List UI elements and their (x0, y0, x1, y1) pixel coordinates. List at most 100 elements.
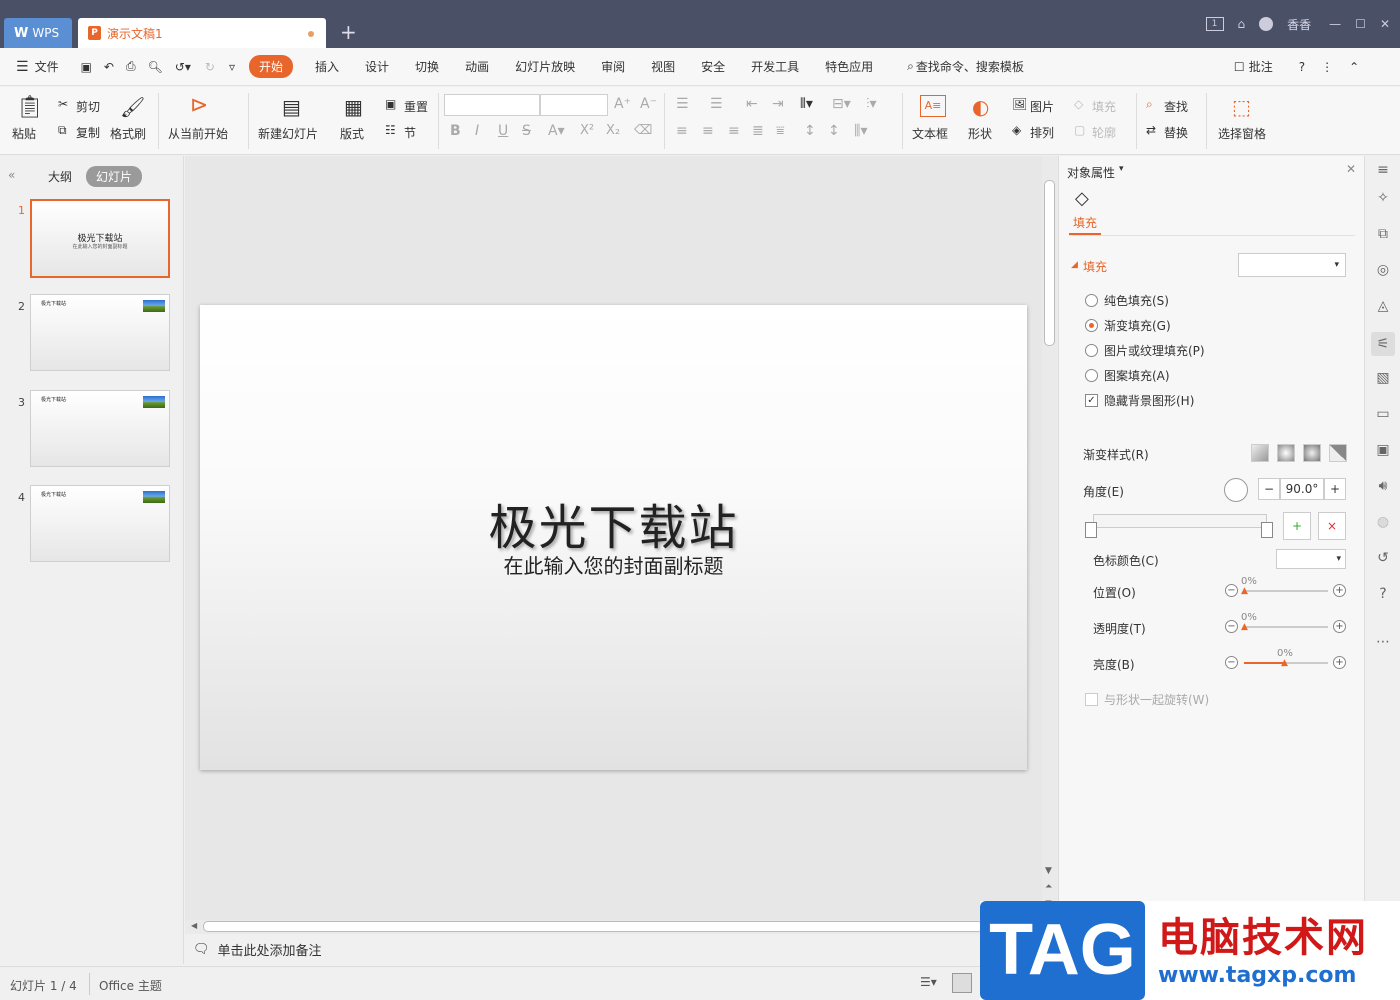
slide-thumbnail-2[interactable]: 极光下载站 (30, 294, 170, 371)
select-pane-button[interactable]: 选择窗格 (1218, 125, 1266, 142)
slides-tab[interactable]: 幻灯片 (86, 166, 143, 187)
increase-indent-icon[interactable]: ⇥ (772, 96, 784, 112)
arrange-button[interactable]: 排列 (1030, 124, 1054, 141)
document-tab[interactable]: P 演示文稿1 (78, 18, 326, 48)
panel-header-dropdown-icon[interactable]: ▾ (1119, 164, 1124, 174)
customize-icon[interactable]: ▿ (229, 60, 235, 74)
rotate-with-shape-option[interactable]: 与形状一起旋转(W) (1085, 691, 1209, 708)
paste-icon[interactable]: 📋︎ (16, 95, 44, 120)
outline-tab[interactable]: 大纲 (48, 168, 72, 185)
align-left-icon[interactable]: ≡ (676, 123, 688, 139)
layout-button[interactable]: 版式 (340, 125, 364, 142)
slide-thumbnail-1[interactable]: 极光下载站 在此输入您的封面副标题 (30, 199, 170, 278)
properties-icon[interactable]: ⚟ (1371, 332, 1395, 356)
current-slide[interactable]: 极光下载站 在此输入您的封面副标题 (200, 305, 1027, 770)
effects-icon[interactable]: ◎ (1375, 262, 1391, 278)
smartart-icon[interactable]: ⫶▾ (866, 96, 877, 112)
cut-button[interactable]: 剪切 (76, 98, 100, 115)
justify-icon[interactable]: ≣ (752, 123, 764, 139)
reset-button[interactable]: 重置 (404, 98, 428, 115)
text-direction-icon[interactable]: ⫴▾ (800, 96, 813, 112)
collapse-pane-icon[interactable]: « (8, 168, 15, 182)
decrease-indent-icon[interactable]: ⇤ (746, 96, 758, 112)
gradient-stop-right[interactable] (1261, 522, 1273, 538)
file-menu[interactable]: 文件 (35, 58, 59, 75)
help-icon[interactable]: ? (1299, 60, 1305, 74)
horizontal-scrollbar[interactable]: ◀ (185, 920, 1042, 934)
menu-view[interactable]: 视图 (651, 58, 675, 75)
print-icon[interactable]: ⎙ (126, 59, 136, 74)
linear-gradient-icon[interactable] (1251, 444, 1269, 462)
subscript-icon[interactable]: X₂ (606, 123, 620, 138)
theme-name[interactable]: Office 主题 (99, 977, 162, 994)
menu-slideshow[interactable]: 幻灯片放映 (515, 58, 575, 75)
radial-gradient-icon[interactable] (1277, 444, 1295, 462)
rect-gradient-icon[interactable] (1303, 444, 1321, 462)
sidebar-menu-icon[interactable]: ≡ (1375, 162, 1391, 178)
clear-format-icon[interactable]: ⌫ (634, 123, 652, 138)
text-fill-icon[interactable]: ◬ (1375, 298, 1391, 314)
menu-animation[interactable]: 动画 (465, 58, 489, 75)
transparency-plus-button[interactable]: + (1333, 620, 1346, 633)
new-tab-plus-icon[interactable]: + (340, 20, 357, 44)
paste-button[interactable]: 粘贴 (12, 125, 36, 142)
pattern-fill-radio[interactable] (1085, 369, 1098, 382)
transparency-slider-thumb[interactable]: ▲ (1241, 622, 1248, 632)
maximize-icon[interactable]: ☐ (1355, 17, 1366, 31)
skin-icon[interactable]: ⌂ (1238, 17, 1246, 31)
italic-icon[interactable]: I (475, 123, 479, 139)
position-slider[interactable] (1244, 590, 1328, 592)
scroll-left-icon[interactable]: ◀ (191, 921, 197, 930)
new-slide-button[interactable]: 新建幻灯片 (258, 125, 318, 142)
shape-button[interactable]: 形状 (968, 125, 992, 142)
collapse-ribbon-icon[interactable]: ⌃ (1349, 60, 1359, 74)
notes-bar[interactable]: 🗨︎ 单击此处添加备注 (185, 934, 1058, 964)
columns-icon[interactable]: ⫼▾ (854, 123, 867, 139)
help-circle-icon[interactable]: ? (1375, 586, 1391, 602)
vertical-scrollbar[interactable]: ▼ ⏶ ⏷ (1042, 156, 1058, 920)
slide-thumbnail-4[interactable]: 极光下载站 (30, 485, 170, 562)
gradient-fill-option[interactable]: 渐变填充(G) (1085, 317, 1171, 334)
fill-color-dropdown[interactable]: ▾ (1238, 253, 1346, 277)
menu-transition[interactable]: 切换 (415, 58, 439, 75)
user-name[interactable]: 香香 (1287, 16, 1311, 33)
superscript-icon[interactable]: X² (580, 123, 594, 138)
fill-button[interactable]: 填充 (1092, 98, 1116, 115)
image-pane-icon[interactable]: ▧ (1375, 370, 1391, 386)
audio-icon[interactable]: 🔊︎ (1375, 478, 1391, 494)
strikethrough-icon[interactable]: S (522, 123, 531, 139)
align-right-icon[interactable]: ≡ (728, 123, 740, 139)
notes-placeholder[interactable]: 单击此处添加备注 (218, 940, 322, 959)
picture-fill-option[interactable]: 图片或纹理填充(P) (1085, 342, 1205, 359)
comment-button[interactable]: 批注 (1249, 58, 1273, 75)
angle-minus-button[interactable]: − (1258, 478, 1280, 500)
font-grow-icon[interactable]: A⁺ (614, 96, 631, 112)
page-count-icon[interactable]: 1 (1205, 17, 1224, 31)
textbox-button[interactable]: 文本框 (912, 125, 948, 142)
stop-color-dropdown[interactable]: ▾ (1276, 549, 1346, 569)
bold-icon[interactable]: B (450, 123, 461, 139)
position-minus-button[interactable]: − (1225, 584, 1238, 597)
menu-special[interactable]: 特色应用 (825, 58, 873, 75)
font-size-select[interactable] (540, 94, 608, 116)
wps-home-tab[interactable]: W WPS (4, 18, 72, 48)
hide-background-checkbox[interactable]: ✓ (1085, 394, 1098, 407)
gradient-fill-radio[interactable] (1085, 319, 1098, 332)
hide-background-option[interactable]: ✓ 隐藏背景图形(H) (1085, 392, 1194, 409)
more-dots-icon[interactable]: ⋯ (1375, 634, 1391, 650)
numbered-list-icon[interactable]: ☰ (710, 96, 723, 112)
gradient-stop-left[interactable] (1085, 522, 1097, 538)
comment-icon[interactable]: ☐ (1234, 60, 1245, 74)
panel-close-icon[interactable]: ✕ (1346, 162, 1356, 176)
pattern-fill-option[interactable]: 图案填充(A) (1085, 367, 1170, 384)
bullet-list-icon[interactable]: ☰ (676, 96, 689, 112)
history-icon[interactable]: ↺ (1375, 550, 1391, 566)
scroll-thumb[interactable] (1044, 180, 1055, 346)
find-button[interactable]: 查找 (1164, 98, 1188, 115)
solid-fill-option[interactable]: 纯色填充(S) (1085, 292, 1169, 309)
font-shrink-icon[interactable]: A⁻ (640, 96, 657, 112)
normal-view-icon[interactable] (952, 973, 972, 993)
position-plus-button[interactable]: + (1333, 584, 1346, 597)
redo-icon[interactable]: ↻ (205, 60, 215, 74)
hamburger-icon[interactable]: ☰ (16, 59, 29, 75)
